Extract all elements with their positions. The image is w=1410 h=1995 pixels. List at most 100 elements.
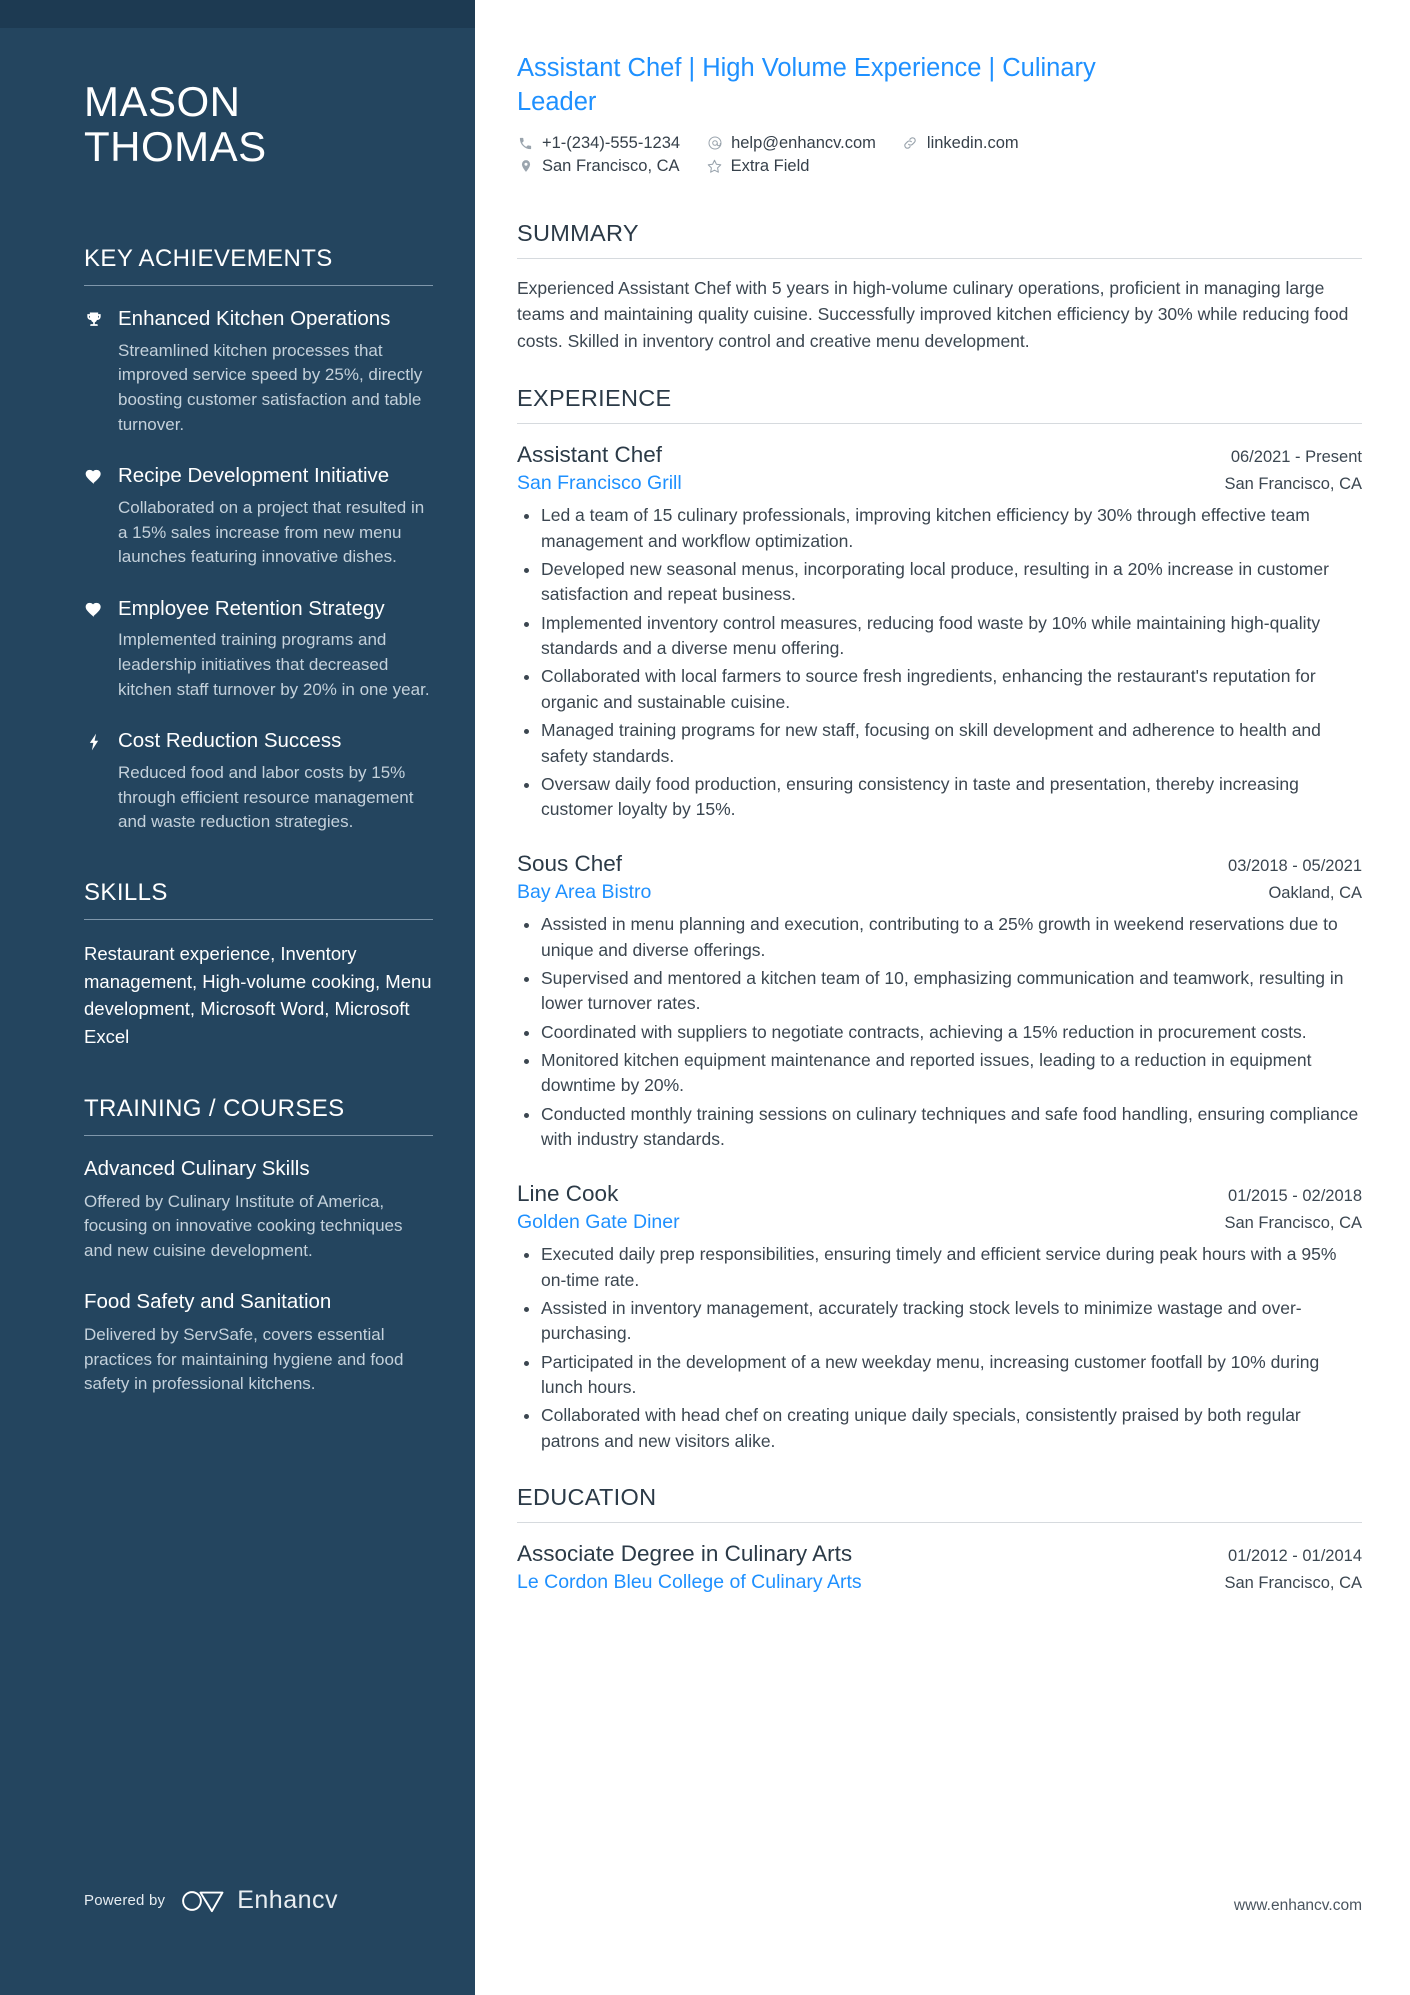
section-divider: [517, 1522, 1362, 1524]
contact-phone-value: +1-(234)-555-1234: [542, 133, 681, 152]
entry-subheader: Golden Gate Diner San Francisco, CA: [517, 1209, 1362, 1235]
job-dates: 01/2015 - 02/2018: [1228, 1186, 1362, 1205]
skills-title: SKILLS: [84, 878, 168, 906]
achievement-description: Streamlined kitchen processes that impro…: [118, 340, 423, 434]
footer-website-url[interactable]: www.enhancv.com: [1234, 1897, 1362, 1915]
contact-email-value: help@enhancv.com: [731, 133, 876, 152]
bullet-item: Assisted in menu planning and execution,…: [517, 912, 1362, 963]
entry-header: Associate Degree in Culinary Arts 01/201…: [517, 1539, 1362, 1568]
summary-title: SUMMARY: [517, 219, 639, 246]
job-title: Assistant Chef: [517, 441, 663, 467]
course-title: Advanced Culinary Skills: [84, 1156, 310, 1180]
section-divider: [84, 285, 433, 287]
bullet-item: Participated in the development of a new…: [517, 1350, 1362, 1401]
experience-section: EXPERIENCE Assistant Chef 06/2021 - Pres…: [517, 385, 1362, 1455]
skills-list: Restaurant experience, Inventory managem…: [84, 942, 432, 1048]
achievement-title: Recipe Development Initiative: [118, 464, 390, 488]
entry-subheader: Le Cordon Bleu College of Culinary Arts …: [517, 1569, 1362, 1595]
job-location: San Francisco, CA: [1224, 474, 1362, 493]
contact-row-primary: +1-(234)-555-1234 help@enhancv.com linke…: [517, 134, 1362, 153]
at-email-icon: [706, 135, 723, 152]
achievement-item: Employee Retention Strategy Implemented …: [84, 596, 433, 703]
lightning-bolt-icon: [84, 728, 118, 835]
experience-title: EXPERIENCE: [517, 384, 672, 411]
contact-row-secondary: San Francisco, CA Extra Field: [517, 157, 1362, 176]
contact-linkedin: linkedin.com: [902, 134, 1019, 153]
phone-icon: [517, 135, 534, 152]
achievement-description: Collaborated on a project that resulted …: [118, 497, 425, 567]
bullet-item: Monitored kitchen equipment maintenance …: [517, 1048, 1362, 1099]
main-column: Assistant Chef | High Volume Experience …: [475, 0, 1410, 1995]
course-title: Food Safety and Sanitation: [84, 1290, 332, 1314]
section-divider: [84, 1134, 433, 1136]
course-item: Food Safety and Sanitation Delivered by …: [84, 1289, 433, 1397]
achievement-item: Recipe Development Initiative Collaborat…: [84, 463, 433, 570]
school-name[interactable]: Le Cordon Bleu College of Culinary Arts: [517, 1569, 862, 1595]
resume-page: MASON THOMAS KEY ACHIEVEMENTS Enhanced K…: [0, 0, 1410, 1995]
contact-linkedin-value: linkedin.com: [926, 133, 1019, 152]
contact-email: help@enhancv.com: [706, 134, 876, 153]
candidate-name: MASON THOMAS: [84, 79, 433, 170]
enhancv-logo: Enhancv: [181, 1886, 338, 1915]
contact-location-value: San Francisco, CA: [542, 156, 680, 175]
achievement-item: Cost Reduction Success Reduced food and …: [84, 728, 433, 835]
bullet-item: Coordinated with suppliers to negotiate …: [517, 1020, 1362, 1045]
achievement-description: Reduced food and labor costs by 15% thro…: [118, 763, 414, 832]
contact-extra-field: Extra Field: [706, 156, 810, 176]
heart-icon: [84, 463, 118, 570]
entry-header: Assistant Chef 06/2021 - Present: [517, 440, 1362, 469]
name-last-line: THOMAS: [84, 122, 267, 170]
bullet-item: Managed training programs for new staff,…: [517, 718, 1362, 769]
sidebar: MASON THOMAS KEY ACHIEVEMENTS Enhanced K…: [0, 0, 475, 1995]
training-courses-title: TRAINING / COURSES: [84, 1094, 345, 1122]
entry-subheader: Bay Area Bistro Oakland, CA: [517, 879, 1362, 905]
education-entry: Associate Degree in Culinary Arts 01/201…: [517, 1539, 1362, 1596]
sidebar-top-strip: [0, 0, 475, 28]
employer-name[interactable]: Bay Area Bistro: [517, 879, 651, 905]
enhancv-mark-icon: [182, 1890, 224, 1912]
achievement-title: Enhanced Kitchen Operations: [118, 307, 391, 331]
powered-by-label: Powered by: [84, 1892, 166, 1909]
section-divider: [517, 257, 1362, 259]
achievement-title: Cost Reduction Success: [118, 729, 342, 753]
link-icon: [902, 135, 919, 152]
enhancv-wordmark: Enhancv: [237, 1886, 339, 1914]
entry-header: Sous Chef 03/2018 - 05/2021: [517, 849, 1362, 878]
education-section: EDUCATION Associate Degree in Culinary A…: [517, 1484, 1362, 1596]
entry-header: Line Cook 01/2015 - 02/2018: [517, 1179, 1362, 1208]
skills-section: SKILLS Restaurant experience, Inventory …: [84, 879, 433, 1051]
experience-entry: Assistant Chef 06/2021 - Present San Fra…: [517, 440, 1362, 823]
job-location: Oakland, CA: [1268, 883, 1362, 902]
bullet-item: Collaborated with local farmers to sourc…: [517, 664, 1362, 715]
degree-title: Associate Degree in Culinary Arts: [517, 1541, 853, 1567]
experience-entry: Line Cook 01/2015 - 02/2018 Golden Gate …: [517, 1179, 1362, 1455]
bullet-item: Collaborated with head chef on creating …: [517, 1403, 1362, 1454]
trophy-icon: [84, 306, 118, 437]
contact-location: San Francisco, CA: [517, 157, 680, 176]
bullet-item: Supervised and mentored a kitchen team o…: [517, 966, 1362, 1017]
contact-extra-field-value: Extra Field: [730, 156, 810, 175]
section-divider: [84, 918, 433, 920]
job-bullets: Executed daily prep responsibilities, en…: [517, 1242, 1362, 1454]
employer-name[interactable]: San Francisco Grill: [517, 470, 682, 496]
job-bullets: Assisted in menu planning and execution,…: [517, 912, 1362, 1152]
key-achievements-section: KEY ACHIEVEMENTS Enhanced Kitchen Operat…: [84, 245, 433, 835]
bullet-item: Conducted monthly training sessions on c…: [517, 1102, 1362, 1153]
training-courses-section: TRAINING / COURSES Advanced Culinary Ski…: [84, 1095, 433, 1397]
heart-icon: [84, 596, 118, 703]
star-icon: [706, 158, 723, 175]
course-description: Delivered by ServSafe, covers essential …: [84, 1325, 404, 1394]
degree-dates: 01/2012 - 01/2014: [1228, 1547, 1362, 1566]
entry-subheader: San Francisco Grill San Francisco, CA: [517, 470, 1362, 496]
job-bullets: Led a team of 15 culinary professionals,…: [517, 503, 1362, 823]
professional-headline: Assistant Chef | High Volume Experience …: [517, 54, 1096, 116]
employer-name[interactable]: Golden Gate Diner: [517, 1209, 680, 1235]
bullet-item: Led a team of 15 culinary professionals,…: [517, 503, 1362, 554]
job-location: San Francisco, CA: [1224, 1213, 1362, 1232]
achievement-description: Implemented training programs and leader…: [118, 630, 430, 699]
summary-text: Experienced Assistant Chef with 5 years …: [517, 277, 1349, 351]
achievement-item: Enhanced Kitchen Operations Streamlined …: [84, 306, 433, 437]
contact-block: +1-(234)-555-1234 help@enhancv.com linke…: [517, 134, 1362, 176]
bullet-item: Executed daily prep responsibilities, en…: [517, 1242, 1362, 1293]
bullet-item: Assisted in inventory management, accura…: [517, 1296, 1362, 1347]
